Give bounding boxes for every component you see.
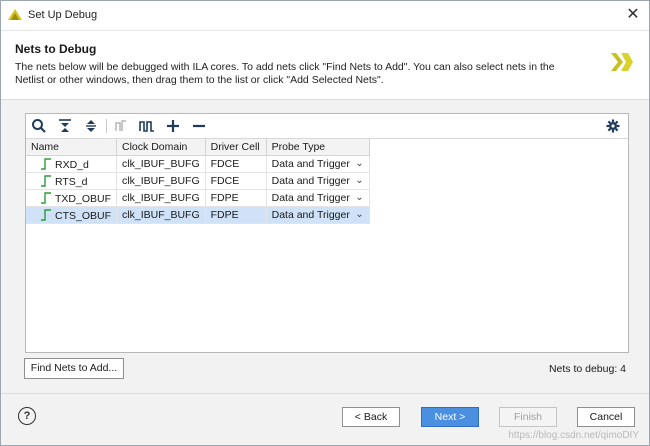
probe-type-select[interactable]: Data and Trigger ⌄	[266, 206, 370, 224]
column-header-driver-cell[interactable]: Driver Cell	[205, 139, 267, 156]
net-name: RXD_d	[55, 158, 89, 171]
clock-domain-cell: clk_IBUF_BUFG	[116, 172, 206, 190]
collapse-all-icon[interactable]	[56, 117, 74, 135]
search-icon[interactable]	[30, 117, 48, 135]
probe-wave-icon[interactable]	[138, 117, 156, 135]
table-row-selected[interactable]: CTS_OBUF clk_IBUF_BUFG FDPE Data and Tri…	[26, 206, 370, 224]
net-name: RTS_d	[55, 175, 88, 188]
chevron-down-icon[interactable]: ⌄	[355, 192, 363, 203]
probe-type-value: Data and Trigger	[271, 209, 350, 221]
clock-domain-cell: clk_IBUF_BUFG	[116, 155, 206, 173]
probe-type-select[interactable]: Data and Trigger ⌄	[266, 189, 370, 207]
watermark-text: https://blog.csdn.net/qimoDIY	[508, 430, 639, 441]
column-header-probe-type[interactable]: Probe Type	[266, 139, 370, 156]
driver-cell: FDCE	[205, 172, 267, 190]
back-button[interactable]: < Back	[342, 407, 400, 427]
probe-type-value: Data and Trigger	[271, 175, 350, 187]
page-description: The nets below will be debugged with ILA…	[15, 61, 555, 86]
page-title: Nets to Debug	[15, 42, 97, 56]
driver-cell: FDPE	[205, 189, 267, 207]
table-row[interactable]: RXD_d clk_IBUF_BUFG FDCE Data and Trigge…	[26, 155, 370, 173]
nets-panel: Name Clock Domain Driver Cell Probe Type…	[25, 113, 629, 353]
cancel-button[interactable]: Cancel	[577, 407, 635, 427]
net-name-cell: CTS_OBUF	[26, 206, 118, 224]
driver-cell: FDCE	[205, 155, 267, 173]
find-nets-button[interactable]: Find Nets to Add...	[24, 358, 124, 379]
nets-table: Name Clock Domain Driver Cell Probe Type…	[26, 139, 370, 224]
net-name-cell: RXD_d	[26, 155, 118, 173]
net-name: CTS_OBUF	[55, 209, 112, 222]
net-wave-icon	[41, 157, 51, 170]
help-icon[interactable]: ?	[18, 407, 36, 425]
table-row[interactable]: RTS_d clk_IBUF_BUFG FDCE Data and Trigge…	[26, 172, 370, 190]
net-wave-icon	[41, 208, 51, 221]
content-area: Name Clock Domain Driver Cell Probe Type…	[1, 100, 649, 445]
title-bar: Set Up Debug ✕	[1, 1, 649, 31]
add-icon[interactable]	[164, 117, 182, 135]
column-header-clock-domain[interactable]: Clock Domain	[116, 139, 206, 156]
probe-type-select[interactable]: Data and Trigger ⌄	[266, 155, 370, 173]
net-name-cell: TXD_OBUF	[26, 189, 118, 207]
remove-icon[interactable]	[190, 117, 208, 135]
table-header-row: Name Clock Domain Driver Cell Probe Type	[26, 139, 370, 156]
column-header-name[interactable]: Name	[26, 139, 118, 156]
nets-toolbar	[26, 114, 628, 139]
net-name-cell: RTS_d	[26, 172, 118, 190]
footer-divider	[1, 393, 649, 394]
bus-icon	[112, 117, 130, 135]
xilinx-logo-icon	[611, 53, 633, 71]
net-name: TXD_OBUF	[55, 192, 112, 205]
finish-button: Finish	[499, 407, 557, 427]
clock-domain-cell: clk_IBUF_BUFG	[116, 189, 206, 207]
nets-count-label: Nets to debug: 4	[548, 363, 626, 375]
dialog-window: Set Up Debug ✕ Nets to Debug The nets be…	[0, 0, 650, 446]
toolbar-separator	[106, 119, 107, 133]
window-title: Set Up Debug	[28, 9, 98, 21]
gear-icon[interactable]	[604, 117, 622, 135]
driver-cell: FDPE	[205, 206, 267, 224]
clock-domain-cell: clk_IBUF_BUFG	[116, 206, 206, 224]
chevron-down-icon[interactable]: ⌄	[355, 158, 363, 169]
chevron-down-icon[interactable]: ⌄	[355, 209, 363, 220]
page-header: Nets to Debug The nets below will be deb…	[1, 31, 649, 100]
table-row[interactable]: TXD_OBUF clk_IBUF_BUFG FDPE Data and Tri…	[26, 189, 370, 207]
probe-type-value: Data and Trigger	[271, 192, 350, 204]
probe-type-select[interactable]: Data and Trigger ⌄	[266, 172, 370, 190]
chevron-down-icon[interactable]: ⌄	[355, 175, 363, 186]
expand-all-icon[interactable]	[82, 117, 100, 135]
net-wave-icon	[41, 174, 51, 187]
next-button[interactable]: Next >	[421, 407, 479, 427]
vivado-app-icon	[8, 9, 22, 20]
probe-type-value: Data and Trigger	[271, 158, 350, 170]
net-wave-icon	[41, 191, 51, 204]
close-icon[interactable]: ✕	[623, 5, 643, 25]
